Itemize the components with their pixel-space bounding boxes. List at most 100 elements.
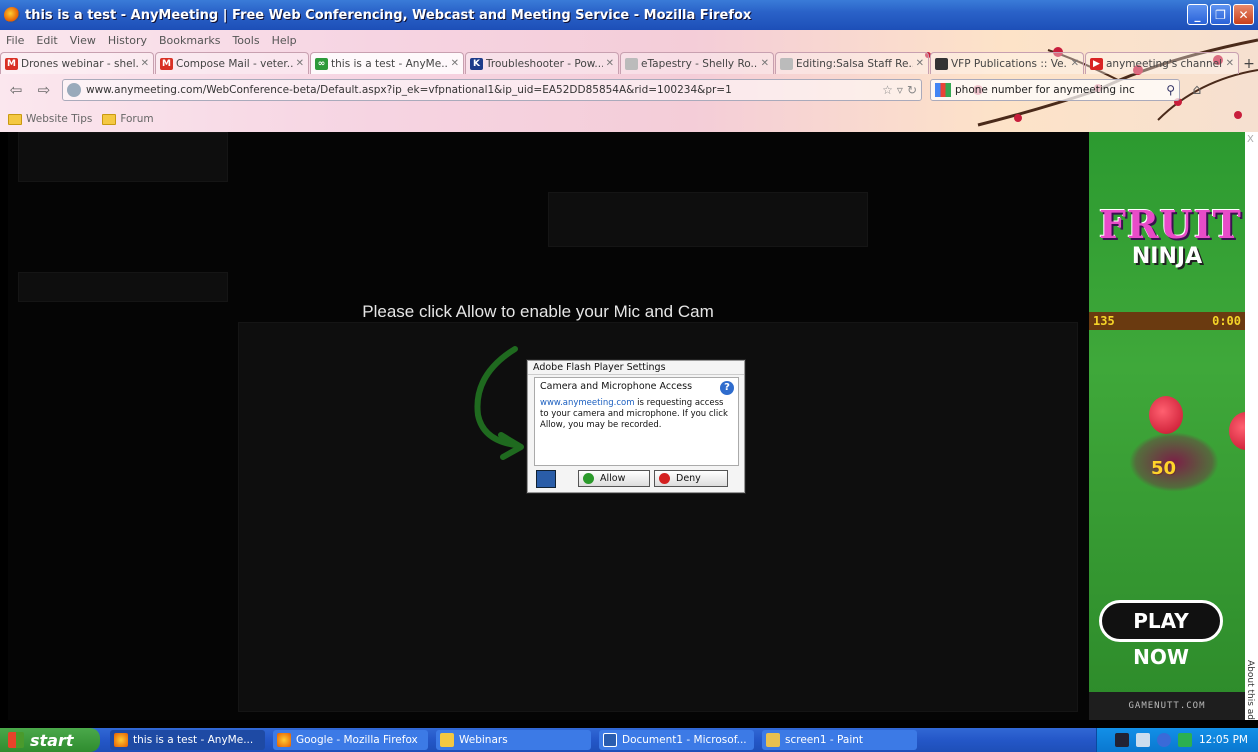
- close-tab-icon[interactable]: ✕: [1226, 58, 1234, 69]
- navigation-bar: ⇦ ⇨ www.anymeeting.com/WebConference-bet…: [0, 76, 1258, 104]
- task-label: this is a test - AnyMe...: [133, 734, 254, 746]
- bookmark-forum[interactable]: Forum: [102, 113, 154, 125]
- ghost-panel: [18, 132, 228, 182]
- url-text[interactable]: www.anymeeting.com/WebConference-beta/De…: [86, 84, 878, 96]
- taskbar: start this is a test - AnyMe... Google -…: [0, 728, 1258, 752]
- start-label: start: [30, 730, 74, 750]
- menu-edit[interactable]: Edit: [36, 34, 57, 47]
- deny-button[interactable]: Deny: [654, 470, 728, 487]
- tray-help-icon[interactable]: [1115, 733, 1129, 747]
- k-icon: K: [470, 57, 483, 70]
- menu-bookmarks[interactable]: Bookmarks: [159, 34, 220, 47]
- page-icon: [780, 57, 793, 70]
- back-button[interactable]: ⇦: [4, 79, 28, 101]
- deny-icon: [659, 473, 670, 484]
- close-tab-icon[interactable]: ✕: [761, 58, 769, 69]
- close-tab-icon[interactable]: ✕: [606, 58, 614, 69]
- close-tab-icon[interactable]: ✕: [296, 58, 304, 69]
- tab-compose-mail[interactable]: M Compose Mail - veter... ✕: [155, 52, 309, 74]
- task-anymeeting[interactable]: this is a test - AnyMe...: [110, 730, 265, 750]
- task-word[interactable]: Document1 - Microsof...: [599, 730, 754, 750]
- allow-button[interactable]: Allow: [578, 470, 650, 487]
- clock: 12:05 PM: [1199, 734, 1248, 746]
- task-label: Webinars: [459, 734, 508, 746]
- page-icon: [625, 57, 638, 70]
- youtube-icon: ▶: [1090, 57, 1103, 70]
- tray-network-icon[interactable]: [1136, 733, 1150, 747]
- close-tab-icon[interactable]: ✕: [141, 58, 149, 69]
- tray-expand-icon[interactable]: [1157, 733, 1171, 747]
- new-tab-button[interactable]: +: [1240, 54, 1258, 74]
- task-label: screen1 - Paint: [785, 734, 864, 746]
- folder-icon: [440, 733, 454, 747]
- close-tab-icon[interactable]: ✕: [916, 58, 924, 69]
- tab-etapestry[interactable]: eTapestry - Shelly Ro... ✕: [620, 52, 774, 74]
- help-icon[interactable]: ?: [720, 381, 734, 395]
- camera-settings-icon[interactable]: [536, 470, 556, 488]
- home-icon[interactable]: ⌂: [1186, 79, 1208, 101]
- ad-footer: GAMENUTT.COM: [1089, 692, 1245, 720]
- close-tab-icon[interactable]: ✕: [451, 58, 459, 69]
- play-now-button[interactable]: PLAY NOW: [1099, 600, 1223, 669]
- about-ad-label: About this ad: [1245, 660, 1255, 720]
- meeting-content: Please click Allow to enable your Mic an…: [8, 132, 1090, 720]
- task-paint[interactable]: screen1 - Paint: [762, 730, 917, 750]
- tab-troubleshooter[interactable]: K Troubleshooter - Pow... ✕: [465, 52, 619, 74]
- menu-bar: File Edit View History Bookmarks Tools H…: [0, 30, 297, 50]
- close-button[interactable]: ✕: [1233, 4, 1254, 25]
- site-identity-icon[interactable]: [67, 83, 81, 97]
- dialog-header: Adobe Flash Player Settings: [528, 361, 744, 375]
- tab-label: this is a test - AnyMe...: [331, 57, 448, 70]
- green-arrow-icon: [474, 346, 524, 460]
- flash-settings-dialog: Adobe Flash Player Settings Camera and M…: [527, 360, 745, 493]
- dialog-title: Camera and Microphone Access: [540, 381, 693, 392]
- search-icon[interactable]: ⚲: [1166, 83, 1175, 97]
- start-button[interactable]: start: [0, 728, 100, 752]
- tab-anymeeting[interactable]: ∞ this is a test - AnyMe... ✕: [310, 52, 464, 74]
- about-ad-tab[interactable]: About this ad: [1245, 132, 1258, 720]
- firefox-icon: [4, 7, 20, 23]
- check-icon: [583, 473, 594, 484]
- tab-drones-webinar[interactable]: M Drones webinar - shel... ✕: [0, 52, 154, 74]
- menu-help[interactable]: Help: [272, 34, 297, 47]
- maximize-button[interactable]: ❐: [1210, 4, 1231, 25]
- firefox-icon: [114, 733, 128, 747]
- forward-button[interactable]: ⇨: [32, 79, 56, 101]
- bookmark-label: Forum: [120, 113, 154, 125]
- ad-logo-line1: FRUIT: [1099, 202, 1242, 247]
- menu-view[interactable]: View: [70, 34, 96, 47]
- google-icon[interactable]: [935, 83, 951, 97]
- tab-label: Editing:Salsa Staff Re...: [796, 57, 913, 70]
- bookmark-star-icon[interactable]: ☆: [882, 83, 893, 97]
- strawberry-icon: [1149, 396, 1183, 434]
- windows-logo-icon: [8, 732, 24, 748]
- firefox-icon: [277, 733, 291, 747]
- ghost-panel: [18, 272, 228, 302]
- tab-salsa[interactable]: Editing:Salsa Staff Re... ✕: [775, 52, 929, 74]
- tab-vfp[interactable]: VFP Publications :: Ve... ✕: [930, 52, 1084, 74]
- url-bar[interactable]: www.anymeeting.com/WebConference-beta/De…: [62, 79, 922, 101]
- gmail-icon: M: [160, 57, 173, 70]
- task-google-firefox[interactable]: Google - Mozilla Firefox: [273, 730, 428, 750]
- tab-youtube[interactable]: ▶ anymeeting's channel... ✕: [1085, 52, 1239, 74]
- allow-label: Allow: [600, 473, 626, 484]
- tray-app-icon[interactable]: [1178, 733, 1192, 747]
- minimize-button[interactable]: _: [1187, 4, 1208, 25]
- search-input[interactable]: phone number for anymeeting inc: [955, 84, 1166, 96]
- vfp-icon: [935, 57, 948, 70]
- close-tab-icon[interactable]: ✕: [1071, 58, 1079, 69]
- reload-icon[interactable]: ↻: [907, 83, 917, 97]
- ad-logo-line2: NINJA: [1131, 244, 1203, 269]
- dropdown-icon[interactable]: ▿: [897, 83, 903, 97]
- menu-file[interactable]: File: [6, 34, 24, 47]
- menu-tools[interactable]: Tools: [232, 34, 259, 47]
- ad-scorebar: 135 0:00: [1089, 312, 1245, 330]
- system-tray: 12:05 PM: [1096, 728, 1258, 752]
- search-bar[interactable]: phone number for anymeeting inc ⚲: [930, 79, 1180, 101]
- fruit-ninja-ad[interactable]: FRUIT NINJA 135 0:00 50 PLAY NOW GAMENUT…: [1089, 132, 1245, 720]
- bookmark-website-tips[interactable]: Website Tips: [8, 113, 92, 125]
- allow-prompt: Please click Allow to enable your Mic an…: [362, 302, 714, 321]
- menu-history[interactable]: History: [108, 34, 147, 47]
- ad-close-icon[interactable]: X: [1247, 134, 1254, 145]
- task-webinars[interactable]: Webinars: [436, 730, 591, 750]
